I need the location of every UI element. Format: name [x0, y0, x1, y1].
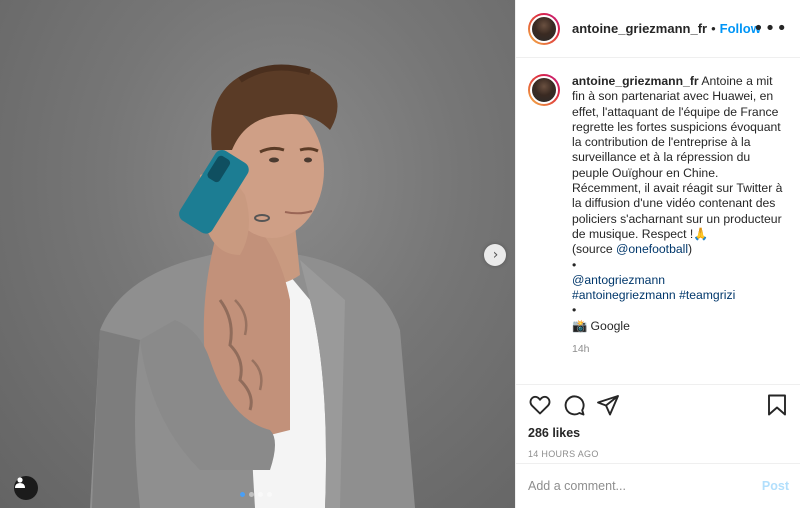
header-separator: • — [711, 21, 716, 36]
caption-source: (source @onefootball) — [572, 242, 693, 257]
post-photo[interactable]: › — [0, 0, 515, 508]
post-header: antoine_griezmann_fr • Follow ••• — [516, 0, 800, 58]
carousel-dot — [267, 492, 272, 497]
caption-bullet: • — [572, 303, 577, 318]
post-date: 14 HOURS AGO — [528, 449, 599, 459]
next-photo-button[interactable]: › — [484, 244, 506, 266]
caption-section: antoine_griezmann_fr Antoine a mit fin à… — [516, 58, 800, 384]
tagged-users-button[interactable] — [14, 476, 38, 500]
chevron-right-icon: › — [492, 247, 499, 263]
carousel-indicator — [240, 492, 272, 497]
photo-credit: 📸 Google — [572, 318, 630, 333]
likes-count[interactable]: 286 likes — [528, 426, 789, 440]
caption-body: Antoine a mit fin à son partenariat avec… — [572, 74, 783, 241]
avatar[interactable] — [528, 12, 560, 45]
share-icon[interactable] — [596, 393, 620, 417]
comment-input[interactable] — [528, 479, 762, 493]
caption-text: antoine_griezmann_fr Antoine a mit fin à… — [572, 74, 788, 384]
post-comment-button[interactable]: Post — [762, 479, 789, 493]
bookmark-icon[interactable] — [765, 393, 789, 417]
header-username-link[interactable]: antoine_griezmann_fr — [572, 21, 707, 36]
caption-bullet: • — [572, 257, 577, 272]
comment-bar: Post — [516, 463, 800, 508]
source-mention-link[interactable]: @onefootball — [616, 242, 688, 256]
hashtag-link[interactable]: #antoinegriezmann — [572, 288, 676, 302]
more-options-icon[interactable]: ••• — [753, 20, 788, 38]
carousel-dot — [240, 492, 245, 497]
post-actions: 286 likes 14 HOURS AGO — [516, 384, 800, 459]
caption-timestamp[interactable]: 14h — [572, 342, 788, 357]
heart-icon[interactable] — [528, 393, 552, 417]
hashtag-link[interactable]: #teamgrizi — [679, 288, 735, 302]
carousel-dot — [258, 492, 263, 497]
caption-avatar[interactable] — [528, 74, 560, 106]
mention-link[interactable]: @antogriezmann — [572, 273, 788, 288]
post-side-panel: antoine_griezmann_fr • Follow ••• antoin… — [515, 0, 800, 508]
user-tag-icon — [15, 477, 25, 488]
comment-icon[interactable] — [562, 393, 586, 417]
carousel-dot — [249, 492, 254, 497]
caption-username-link[interactable]: antoine_griezmann_fr — [572, 74, 699, 88]
post-image-illustration — [90, 64, 415, 508]
